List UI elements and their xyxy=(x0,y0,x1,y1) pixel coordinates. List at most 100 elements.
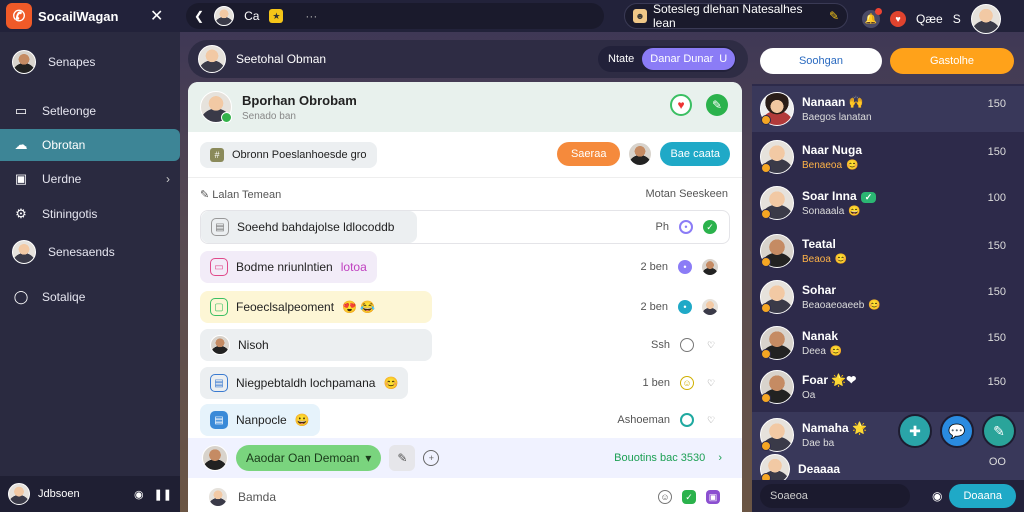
sidebar-item-sotaliqe[interactable]: ◯ Sotaliqe xyxy=(0,281,180,313)
circle-icon[interactable] xyxy=(680,413,694,427)
heart-icon[interactable]: ♡ xyxy=(704,338,718,352)
smile-icon: 😊 xyxy=(868,300,881,311)
pill-button-label: Danar Dunar xyxy=(650,53,714,65)
sidebar-item-obrotan[interactable]: ☁ Obrotan xyxy=(0,129,180,161)
sidebar-item-stiningotis[interactable]: ⚙ Stiningotis xyxy=(0,198,180,230)
add-icon[interactable]: + xyxy=(423,450,440,466)
pause-icon[interactable]: ❚❚ xyxy=(154,488,172,501)
emoji-icon[interactable]: ☺ xyxy=(658,490,672,504)
chat-bubble-icon[interactable]: ✎ xyxy=(706,94,728,116)
contact-time: 150 xyxy=(987,98,1006,110)
contact-name: Nanak xyxy=(802,329,839,343)
sidebar: Senapes ▭ Setleonge ☁ Obrotan ▣ Uerdne ›… xyxy=(0,32,180,512)
social-logo-icon: ✆ xyxy=(6,3,32,29)
message-bubble: ▤ Niegpebtaldh lochpamana 😊 xyxy=(200,367,409,399)
message-text: Nisoh xyxy=(238,338,269,352)
tag-icon: # xyxy=(210,147,224,162)
list-item[interactable]: ▢ Feoeclsalpeoment 😍 😂 2 ben • xyxy=(200,290,730,324)
sidebar-item-uerdne[interactable]: ▣ Uerdne › xyxy=(0,163,180,195)
text-format-icon[interactable]: ✎ xyxy=(389,445,416,471)
edit-icon[interactable]: ✎ xyxy=(200,189,212,201)
send-input[interactable]: Soaeoa xyxy=(760,484,910,508)
compose-link-label: Bouotins bac 3530 xyxy=(614,452,706,464)
contact-sub: Dae ba xyxy=(802,438,835,449)
square-icon: ▢ xyxy=(210,298,228,316)
brand[interactable]: ✆ SocailWagan xyxy=(6,3,118,29)
close-icon[interactable]: ✕ xyxy=(150,6,163,26)
blue-button[interactable]: Bae caata xyxy=(660,142,730,166)
avatar xyxy=(760,280,794,314)
list-item[interactable]: Naar Nuga Benaeoa 😊 150 xyxy=(752,134,1024,180)
list-item[interactable]: ▭ Bodme nriunlntien lotoa 2 ben • xyxy=(200,250,730,284)
message-input[interactable]: Bamda xyxy=(238,490,276,504)
list-item[interactable]: Sohar Beaoaeoaeeb 😊 150 xyxy=(752,274,1024,320)
list-item[interactable]: Soar Inna ✓ Sonaaala 😄 100 xyxy=(752,180,1024,226)
gif-icon[interactable]: ▣ xyxy=(706,490,720,504)
smile-icon[interactable]: ☺ xyxy=(680,376,694,390)
avatar xyxy=(214,6,235,26)
flame-icon[interactable]: ♥ xyxy=(890,11,906,27)
filter-chip[interactable]: # Obronn Poeslanhoesde gro xyxy=(200,141,377,168)
avatar xyxy=(12,240,36,264)
avatar[interactable] xyxy=(8,483,30,505)
message-bubble: ▤ Soeehd bahdajolse ldlocoddb xyxy=(201,211,417,243)
circle-icon[interactable] xyxy=(680,338,694,352)
list-item[interactable]: Nanak Deea 😊 150 xyxy=(752,320,1024,366)
record-icon[interactable]: ◉ xyxy=(134,488,144,501)
avatar[interactable] xyxy=(202,445,228,471)
list-item[interactable]: Foar 🌟❤ Oa 150 xyxy=(752,364,1024,410)
new-chat-icon[interactable]: ✎ xyxy=(982,414,1016,448)
send-button[interactable]: Doaana xyxy=(949,484,1016,508)
message-bubble: ▭ Bodme nriunlntien lotoa xyxy=(200,251,377,283)
contact-name: Deaaaa xyxy=(798,462,841,476)
attach-icon[interactable]: ✓ xyxy=(682,490,696,504)
sidebar-profile[interactable]: Senapes xyxy=(0,46,180,78)
bell-icon[interactable]: 🔔 xyxy=(862,8,882,28)
list-item[interactable]: Nisoh Ssh ♡ xyxy=(200,328,730,362)
user-avatar[interactable] xyxy=(970,4,1001,34)
pill-button[interactable]: Danar Dunar U xyxy=(642,48,736,70)
sidebar-footer: Jdbsoen ◉ ❚❚ xyxy=(0,476,180,512)
chat-bubble-icon[interactable]: 💬 xyxy=(940,414,974,448)
contact-time: 150 xyxy=(987,286,1006,298)
plus-icon[interactable]: ✚ xyxy=(898,414,932,448)
contact-time: 150 xyxy=(987,240,1006,252)
check-icon[interactable]: ✓ xyxy=(703,220,717,234)
back-icon[interactable]: ❮ xyxy=(194,9,204,23)
list-item[interactable]: ▤ Niegpebtaldh lochpamana 😊 1 ben ☺ ♡ xyxy=(200,366,730,400)
list-item[interactable]: Teatal Beaoa 😊 150 xyxy=(752,228,1024,274)
pin-icon[interactable]: ✎ xyxy=(829,9,839,23)
compose-pill[interactable]: Aaodar Oan Demoan ▾ xyxy=(236,445,382,471)
sticker-icon[interactable]: ★ xyxy=(269,9,284,23)
orange-button[interactable]: Saeraa xyxy=(556,142,621,166)
camera-icon[interactable]: ◉ xyxy=(932,489,942,503)
chevron-down-icon: ▾ xyxy=(365,451,372,465)
contact-sub: Beaoa xyxy=(802,254,831,265)
heart-icon[interactable]: ♡ xyxy=(704,413,718,427)
list-item[interactable]: ▤ Nanpocle 😀 Ashoeman ♡ xyxy=(200,403,730,437)
contact-name: Teatal xyxy=(802,237,836,251)
avatar[interactable] xyxy=(200,91,232,123)
chat-icon: ☁ xyxy=(14,137,28,152)
tab-gastolhe[interactable]: Gastolhe xyxy=(890,48,1014,74)
avatar xyxy=(760,186,794,220)
avatar[interactable] xyxy=(628,142,653,166)
search-bar[interactable]: ☻ Sotesleg dlehan Natesalhes lean ✎ xyxy=(624,2,848,30)
sidebar-item-setleonge[interactable]: ▭ Setleonge xyxy=(0,95,180,127)
contact-sub: Benaeoa xyxy=(802,160,843,171)
contact-name: Namaha xyxy=(802,421,849,435)
list-item[interactable]: ▤ Soeehd bahdajolse ldlocoddb Ph • ✓ xyxy=(200,210,730,244)
heart-icon[interactable]: ♡ xyxy=(704,376,718,390)
list-item[interactable]: Nanaan 🙌 Baegos lanatan 150 xyxy=(752,86,1024,132)
tab-soohgan[interactable]: Soohgan xyxy=(760,48,882,74)
contact-emoji: 🌟 xyxy=(852,421,867,435)
message-time: 1 ben xyxy=(642,377,670,389)
footer-label: Jdbsoen xyxy=(38,488,80,500)
compose-link[interactable]: Bouotins bac 3530 › xyxy=(614,452,722,464)
avatar xyxy=(702,259,718,275)
more-icon[interactable]: ··· xyxy=(305,9,317,23)
message-input-bar[interactable]: Bamda ☺ ✓ ▣ xyxy=(188,482,742,512)
chat-title-bar[interactable]: ❮ Ca ★ ··· xyxy=(186,3,604,29)
sidebar-item-senesaends[interactable]: Senesaends xyxy=(0,236,180,268)
heart-icon[interactable]: ♥ xyxy=(670,94,692,116)
